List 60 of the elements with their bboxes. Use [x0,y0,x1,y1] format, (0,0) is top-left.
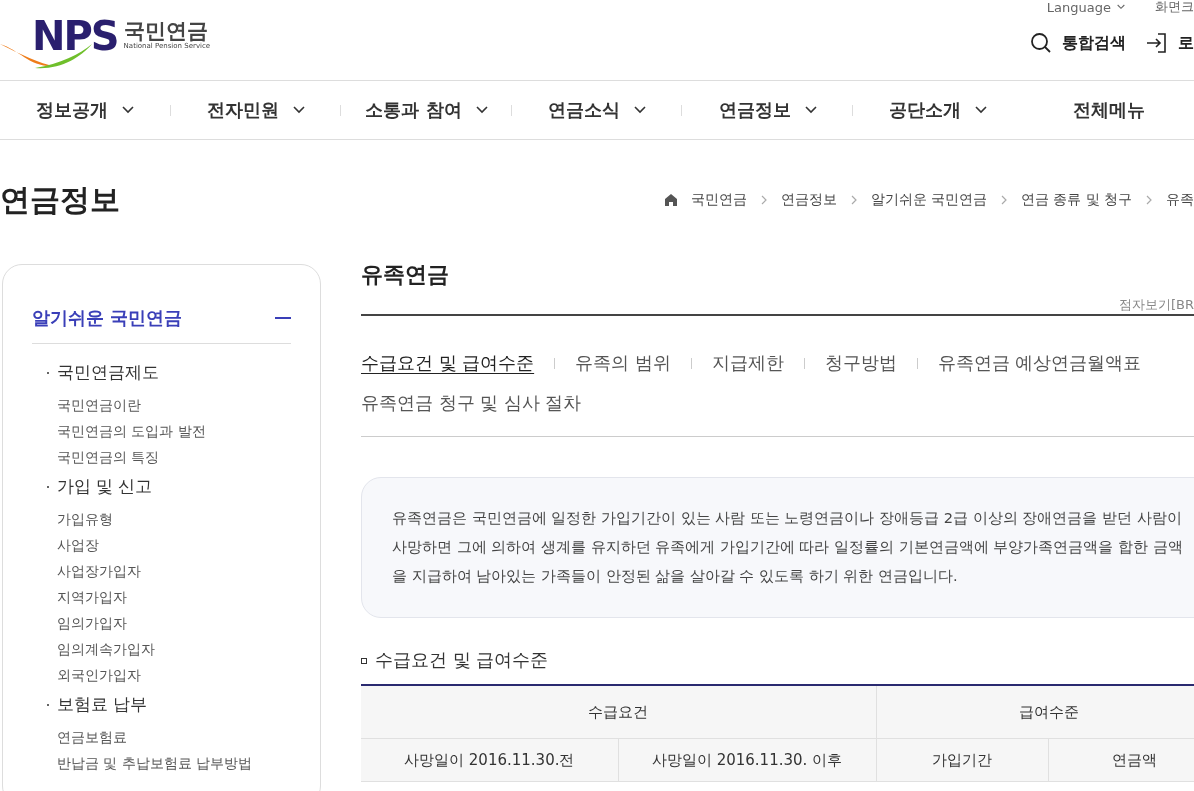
sidebar-item[interactable]: 사업장가입자 [57,558,291,584]
content-title: 유족연금 [361,261,450,289]
sidebar-item[interactable]: 임의가입자 [57,610,291,636]
tab[interactable]: 수급요건 및 급여수준 [361,352,535,374]
sidebar-item[interactable]: 임의계속가입자 [57,636,291,662]
nav-menu-item[interactable]: 공단소개 [852,81,1024,139]
chevron-down-icon [1117,4,1125,10]
page-title: 연금정보 [0,180,120,219]
table-header: 가입기간 [876,738,1048,782]
search-icon [1030,32,1052,54]
tab[interactable]: 유족의 범위 [575,352,671,374]
chevron-right-icon [850,195,857,205]
nav-menu-item[interactable]: 연금소식 [511,81,683,139]
breadcrumb-link[interactable]: 알기쉬운 국민연금 [870,191,988,209]
sidebar-group[interactable]: 국민연금제도 [57,362,159,384]
table-header: 사망일이 2016.11.30.전 [361,738,618,782]
breadcrumb-link[interactable]: 국민연금 [690,191,747,209]
home-icon [664,194,677,206]
tab[interactable]: 유족연금 예상연금월액표 [937,352,1142,374]
sidebar-item[interactable]: 국민연금의 도입과 발전 [57,418,291,444]
table-header: 사망일이 2016.11.30. 이후 [618,738,876,782]
sidebar-item[interactable]: 사업장 [57,532,291,558]
chevron-right-icon [1001,195,1008,205]
chevron-right-icon [1146,195,1152,205]
section-heading: 수급요건 및 급여수준 [375,648,549,672]
search-link[interactable]: 통합검색 [1030,32,1126,54]
chevron-right-icon [760,195,767,205]
table-header: 급여수준 [876,685,1194,739]
sidebar-item[interactable]: 국민연금의 특징 [57,444,291,470]
sidebar-item[interactable]: 가입유형 [57,506,291,532]
language-dropdown[interactable]: Language [1046,0,1125,16]
sidebar-title[interactable]: 알기쉬운 국민연금 [32,306,183,330]
nav-menu-item[interactable]: 소통과 참여 [341,81,512,139]
sidebar-group[interactable]: 보험료 납부 [57,694,148,716]
breadcrumb-link[interactable]: 유족 [1166,191,1194,209]
braille-link[interactable]: 점자보기[BR [1118,297,1194,312]
breadcrumb-link[interactable]: 연금 종류 및 청구 [1021,191,1132,209]
breadcrumb-link[interactable]: 연금정보 [780,191,837,209]
table-header: 연금액 [1048,738,1194,782]
tab[interactable]: 유족연금 청구 및 심사 절차 [361,392,582,414]
nav-menu-item[interactable]: 정보공개 [0,81,171,139]
sidebar-item[interactable]: 연금보험료 [57,724,291,750]
sidebar-item[interactable]: 국민연금이란 [57,392,291,418]
summary-text: 유족연금은 국민연금에 일정한 가입기간이 있는 사람 또는 노령연금이나 장애등급 2급 이상의 장애연금을 받던 사람이 사망하면 그에 의하여 생계를 유지하던 유족에게 가입기간에 따라 일정률의 기본연금액에 부양가족연금액을 합한 금액을 지급하여 남아있는 가족들이 안정된 삶을 살아갈 수 있도록 하기 위한 연금입니다. [361,477,1194,618]
login-link[interactable]: 로 [1146,32,1194,54]
sidebar-item[interactable]: 반납금 및 추납보험료 납부방법 [57,750,291,776]
square-bullet-icon [361,658,367,664]
nav-menu-item[interactable]: 전체메뉴 [1023,81,1194,139]
nav-menu-item[interactable]: 연금정보 [682,81,853,139]
logo-name: 국민연금 [123,20,208,42]
sidebar-group[interactable]: 가입 및 신고 [57,476,153,498]
sidebar-item[interactable]: 외국인가입자 [57,662,291,688]
nav-menu-item[interactable]: 전자민원 [170,81,342,139]
logo-initials: NPS [32,13,118,59]
tab[interactable]: 청구방법 [824,352,897,374]
tab[interactable]: 지급제한 [711,352,784,374]
screen-size-link[interactable]: 화면크 [1155,0,1194,16]
table-header: 수급요건 [361,685,876,739]
login-icon [1146,32,1168,54]
sidebar-item[interactable]: 지역가입자 [57,584,291,610]
